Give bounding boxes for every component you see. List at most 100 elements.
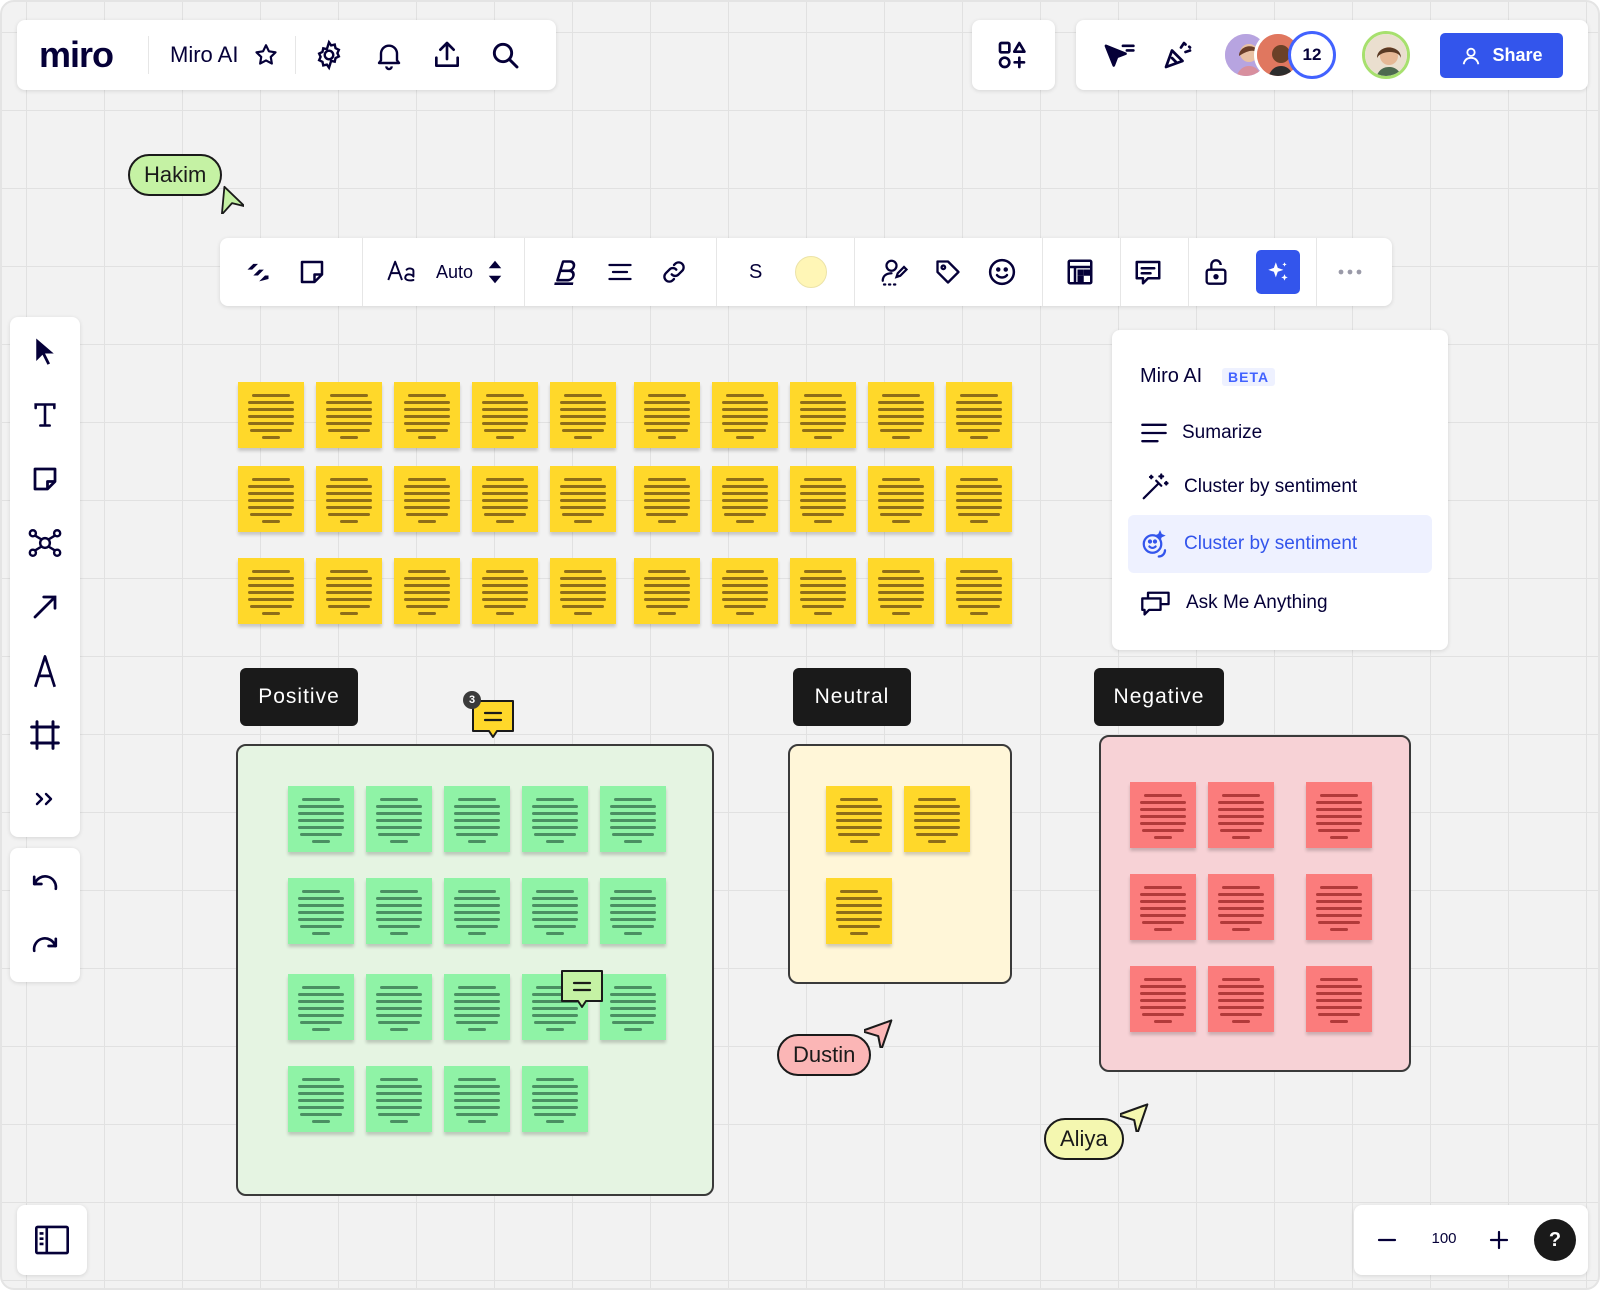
celebrate-icon[interactable] (1160, 37, 1196, 73)
help-button[interactable]: ? (1534, 1219, 1576, 1261)
sticky-note[interactable] (522, 878, 588, 944)
sticky-note[interactable] (1306, 874, 1372, 940)
sticky-note[interactable] (394, 466, 460, 532)
shapes-connector-icon[interactable] (23, 521, 67, 565)
sticky-note[interactable] (1208, 782, 1274, 848)
sticky-note[interactable] (472, 382, 538, 448)
sticky-note[interactable] (366, 786, 432, 852)
neutral-cluster-frame[interactable] (788, 744, 1012, 984)
sticky-note[interactable] (444, 786, 510, 852)
link-icon[interactable] (654, 252, 694, 292)
sticky-note[interactable] (522, 1066, 588, 1132)
sticky-note[interactable] (1130, 966, 1196, 1032)
sticky-note[interactable] (712, 466, 778, 532)
sticky-note[interactable] (316, 466, 382, 532)
bold-icon[interactable] (546, 252, 586, 292)
miro-logo[interactable]: miro (39, 34, 114, 76)
sticky-note[interactable] (712, 558, 778, 624)
sticky-note[interactable] (550, 466, 616, 532)
more-icon[interactable] (1330, 252, 1370, 292)
assign-icon[interactable] (874, 252, 914, 292)
search-icon[interactable] (489, 39, 521, 71)
apps-grid-icon[interactable] (996, 39, 1028, 71)
sticky-note[interactable] (1130, 782, 1196, 848)
sticky-note[interactable] (316, 558, 382, 624)
sticky-note[interactable] (238, 382, 304, 448)
align-center-icon[interactable] (600, 252, 640, 292)
zoom-in-icon[interactable] (1488, 1229, 1510, 1251)
board-canvas[interactable]: miro Miro AI 12 Share Auto S Positive Ne… (0, 0, 1600, 1290)
sticky-note[interactable] (394, 382, 460, 448)
sticky-note[interactable] (316, 382, 382, 448)
sticky-note[interactable] (868, 558, 934, 624)
current-user-avatar[interactable] (1362, 31, 1410, 79)
notifications-bell-icon[interactable] (373, 39, 405, 71)
sticky-note[interactable] (868, 466, 934, 532)
sticky-note[interactable] (1306, 966, 1372, 1032)
ai-cluster-sentiment-item[interactable]: Cluster by sentiment (1128, 515, 1432, 573)
board-title[interactable]: Miro AI (170, 42, 238, 68)
sticky-note[interactable] (868, 382, 934, 448)
emoji-icon[interactable] (982, 252, 1022, 292)
collaborators-count[interactable]: 12 (1288, 31, 1336, 79)
sticky-note[interactable] (600, 878, 666, 944)
zoom-out-icon[interactable] (1376, 1229, 1398, 1251)
sticky-size-value[interactable]: S (749, 261, 762, 284)
ai-summarize-item[interactable]: Sumarize (1128, 404, 1432, 462)
lock-icon[interactable] (1196, 252, 1236, 292)
sticky-note[interactable] (522, 786, 588, 852)
magic-convert-icon[interactable] (238, 252, 278, 292)
sticky-note[interactable] (600, 786, 666, 852)
sticky-note[interactable] (238, 466, 304, 532)
sticky-note[interactable] (444, 878, 510, 944)
ai-cluster-item[interactable]: Cluster by sentiment (1128, 458, 1432, 516)
sticky-note[interactable] (550, 382, 616, 448)
sticky-note[interactable] (366, 1066, 432, 1132)
sticky-note[interactable] (826, 786, 892, 852)
select-cursor-icon[interactable] (23, 329, 67, 373)
cluster-label-positive[interactable]: Positive (240, 668, 358, 726)
tag-icon[interactable] (928, 252, 968, 292)
layout-icon[interactable] (1060, 252, 1100, 292)
ai-ask-item[interactable]: Ask Me Anything (1128, 574, 1432, 632)
comment-thread[interactable] (560, 969, 604, 1008)
sticky-note[interactable] (366, 974, 432, 1040)
comment-icon[interactable] (1128, 252, 1168, 292)
cluster-label-negative[interactable]: Negative (1094, 668, 1224, 726)
sidebar-toggle-button[interactable] (17, 1205, 87, 1275)
sticky-note[interactable] (634, 466, 700, 532)
ai-sparkle-button[interactable] (1256, 250, 1300, 294)
sticky-note[interactable] (1208, 874, 1274, 940)
sticky-note[interactable] (1130, 874, 1196, 940)
pen-icon[interactable] (23, 649, 67, 693)
more-tools-icon[interactable] (23, 777, 67, 821)
zoom-level[interactable]: 100 (1424, 1230, 1464, 1247)
sticky-note[interactable] (288, 786, 354, 852)
sticky-note[interactable] (1306, 782, 1372, 848)
sticky-note[interactable] (472, 558, 538, 624)
sticky-note[interactable] (946, 558, 1012, 624)
sticky-note[interactable] (1208, 966, 1274, 1032)
sticky-note[interactable] (600, 974, 666, 1040)
undo-icon[interactable] (23, 862, 67, 906)
font-size-stepper-icon[interactable] (482, 252, 508, 292)
cluster-label-neutral[interactable]: Neutral (793, 668, 911, 726)
star-icon[interactable] (253, 42, 279, 68)
arrow-line-icon[interactable] (23, 585, 67, 629)
sticky-note[interactable] (288, 878, 354, 944)
sticky-note[interactable] (444, 974, 510, 1040)
sticky-note[interactable] (550, 558, 616, 624)
sticky-note[interactable] (904, 786, 970, 852)
comment-thread[interactable]: 3 (463, 691, 515, 738)
sticky-note[interactable] (238, 558, 304, 624)
sticky-note[interactable] (634, 382, 700, 448)
sticky-note[interactable] (288, 974, 354, 1040)
sticky-note[interactable] (826, 878, 892, 944)
text-tool-icon[interactable] (23, 393, 67, 437)
sticky-note[interactable] (394, 558, 460, 624)
sticky-note[interactable] (712, 382, 778, 448)
sticky-note[interactable] (634, 558, 700, 624)
sticky-note[interactable] (790, 466, 856, 532)
sticky-note[interactable] (790, 558, 856, 624)
share-button[interactable]: Share (1440, 33, 1563, 78)
